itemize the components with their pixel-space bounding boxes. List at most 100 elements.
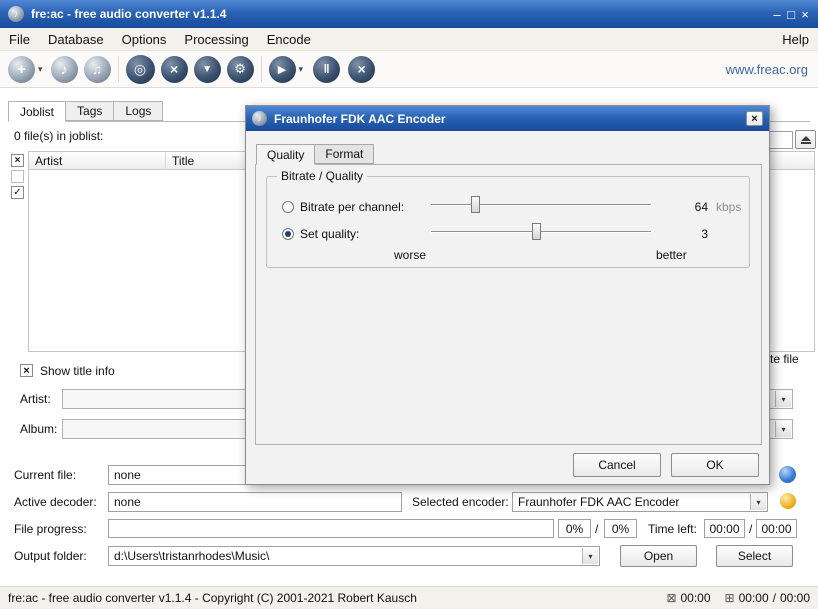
window-title: fre:ac - free audio converter v1.1.4: [31, 7, 226, 21]
cddb-manage-icon[interactable]: ▼: [194, 56, 221, 83]
pause-icon[interactable]: ‖: [313, 56, 340, 83]
output-folder-dropdown-icon[interactable]: ▾: [582, 548, 598, 564]
selected-encoder-value: Fraunhofer FDK AAC Encoder: [513, 493, 767, 511]
quality-radio[interactable]: [282, 228, 294, 240]
cddb-submit-icon[interactable]: ×: [161, 56, 188, 83]
active-decoder-field: none: [108, 492, 402, 512]
close-button[interactable]: ×: [798, 7, 812, 22]
bitrate-label: Bitrate per channel:: [300, 200, 404, 214]
menu-processing[interactable]: Processing: [175, 28, 257, 50]
selected-encoder-combo[interactable]: Fraunhofer FDK AAC Encoder ▾: [512, 492, 768, 512]
add-files-dropdown-icon[interactable]: ▾: [38, 64, 43, 75]
open-button-label: Open: [644, 549, 673, 563]
notes-glyph: ♫: [92, 62, 102, 77]
toolbar: + ▾ ♪ ♫ ◎ × ▼ ⚙ ▶ ▾ ‖ × www.freac.org: [0, 50, 818, 88]
cddb-query-icon[interactable]: ◎: [126, 55, 155, 84]
worse-label: worse: [394, 248, 426, 262]
website-link[interactable]: www.freac.org: [726, 62, 808, 77]
time-left-label: Time left:: [648, 522, 697, 536]
bitrate-slider-track: [431, 204, 651, 206]
stop-icon[interactable]: ×: [348, 56, 375, 83]
select-all-checkbox[interactable]: ×: [11, 154, 24, 167]
bitrate-slider-thumb[interactable]: [471, 196, 480, 213]
menu-options[interactable]: Options: [113, 28, 176, 50]
show-title-info-label: Show title info: [40, 364, 115, 378]
toolbar-separator: [261, 56, 262, 82]
add-files-icon[interactable]: +: [8, 56, 35, 83]
ok-button[interactable]: OK: [671, 453, 759, 477]
cd-audio-icon[interactable]: ♪: [51, 56, 78, 83]
statusbar-time-slash: /: [773, 591, 776, 605]
menu-file[interactable]: File: [0, 28, 39, 50]
column-header-artist[interactable]: Artist: [29, 152, 166, 170]
dialog-close-glyph: ×: [751, 113, 757, 125]
stop-glyph: ×: [357, 61, 365, 77]
album-label: Album:: [20, 422, 57, 436]
joblist-count: 0 file(s) in joblist:: [14, 129, 103, 143]
track-time-field: 00:00: [704, 519, 745, 538]
dialog-title: Fraunhofer FDK AAC Encoder: [274, 112, 446, 126]
tab-logs[interactable]: Logs: [113, 101, 163, 121]
maximize-button[interactable]: □: [784, 7, 798, 22]
dialog-tab-format[interactable]: Format: [314, 144, 374, 164]
play-icon[interactable]: ▶: [269, 56, 296, 83]
cancel-button-label: Cancel: [598, 458, 635, 472]
tab-joblist[interactable]: Joblist: [8, 101, 66, 122]
select-all-glyph: ×: [15, 155, 21, 166]
selected-encoder-label: Selected encoder:: [412, 495, 509, 509]
menu-help[interactable]: Help: [773, 28, 818, 50]
menubar: File Database Options Processing Encode …: [0, 28, 818, 50]
select-none-checkbox[interactable]: [11, 170, 24, 183]
statusbar-times: ⊠ 00:00 ⊞ 00:00 / 00:00: [666, 591, 810, 605]
quality-slider-track: [431, 231, 651, 233]
show-title-info-checkbox[interactable]: ×: [20, 364, 33, 377]
settings-icon[interactable]: ⚙: [227, 56, 254, 83]
window-titlebar[interactable]: ♪ fre:ac - free audio converter v1.1.4 –…: [0, 0, 818, 28]
bitrate-radio[interactable]: [282, 201, 294, 213]
output-folder-value: d:\Users\tristanrhodes\Music\: [109, 547, 599, 565]
eject-icon-bar: [801, 142, 811, 144]
current-file-value: none: [114, 468, 141, 482]
dialog-close-button[interactable]: ×: [746, 111, 763, 126]
quality-slider-thumb[interactable]: [532, 223, 541, 240]
bitrate-value: 64: [676, 200, 708, 214]
file-progress-label: File progress:: [14, 522, 87, 536]
freac-window: ♪ fre:ac - free audio converter v1.1.4 –…: [0, 0, 818, 609]
tab-tags[interactable]: Tags: [65, 101, 114, 121]
output-folder-label: Output folder:: [14, 549, 87, 563]
toggle-selection-checkbox[interactable]: ✓: [11, 186, 24, 199]
select-button[interactable]: Select: [716, 545, 793, 567]
time-slash: /: [749, 522, 752, 536]
select-button-label: Select: [738, 549, 771, 563]
plus-glyph: +: [17, 61, 26, 78]
quality-slider[interactable]: [431, 223, 651, 240]
better-label: better: [656, 248, 687, 262]
device-icon[interactable]: ♫: [84, 56, 111, 83]
artist-dropdown-icon[interactable]: ▾: [775, 391, 791, 407]
current-file-label: Current file:: [14, 468, 76, 482]
encoder-dropdown-icon[interactable]: ▾: [750, 494, 766, 510]
artist-label: Artist:: [20, 392, 51, 406]
eject-button[interactable]: [795, 130, 816, 149]
manage-glyph: ▼: [202, 64, 212, 75]
percent-slash: /: [595, 522, 598, 536]
file-progress-bar: [108, 519, 554, 538]
cancel-button[interactable]: Cancel: [573, 453, 661, 477]
dialog-titlebar[interactable]: ♪ Fraunhofer FDK AAC Encoder ×: [246, 106, 769, 131]
quality-label: Set quality:: [300, 227, 359, 241]
play-dropdown-icon[interactable]: ▾: [299, 64, 304, 75]
output-folder-combo[interactable]: d:\Users\tristanrhodes\Music\ ▾: [108, 546, 600, 566]
menu-encode[interactable]: Encode: [258, 28, 320, 50]
album-dropdown-icon[interactable]: ▾: [775, 421, 791, 437]
dialog-tab-quality[interactable]: Quality: [256, 144, 315, 165]
field-fragment: [768, 131, 793, 149]
toggle-glyph: ✓: [13, 187, 21, 198]
total-percent-value: 0%: [612, 522, 629, 536]
gear-glyph: ⚙: [234, 61, 246, 77]
menu-database[interactable]: Database: [39, 28, 113, 50]
toolbar-separator: [118, 56, 119, 82]
clipped-delete-file-label[interactable]: te file: [770, 352, 799, 366]
minimize-button[interactable]: –: [770, 7, 784, 22]
open-button[interactable]: Open: [620, 545, 697, 567]
bitrate-slider[interactable]: [431, 196, 651, 213]
